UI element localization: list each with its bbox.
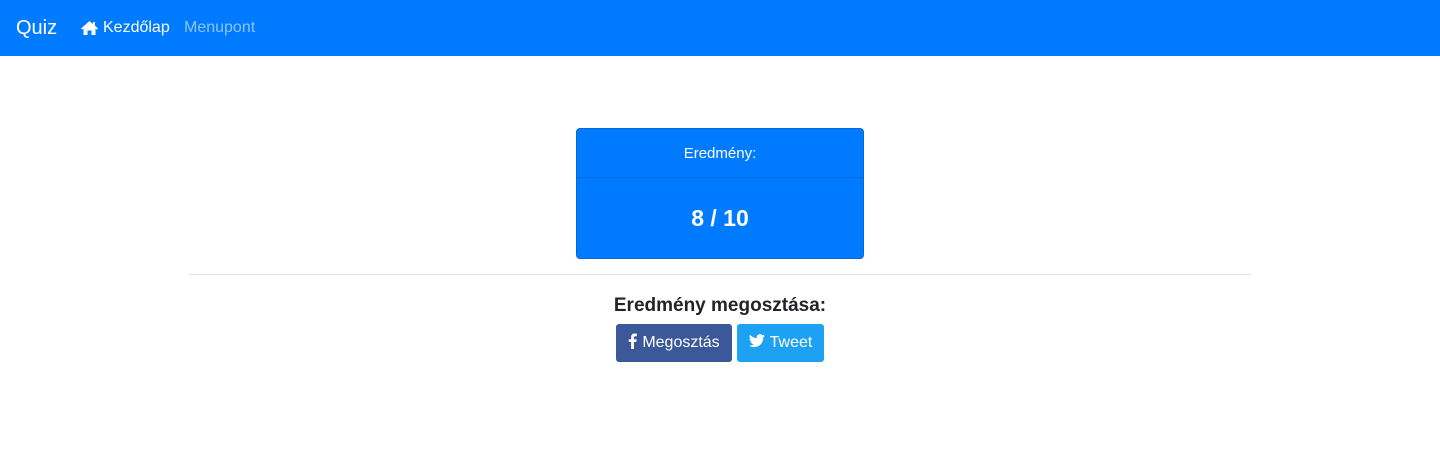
result-header-label: Eredmény: [683,144,757,162]
nav-item-home-label: Kezdőlap [103,19,170,36]
tweet-button[interactable]: Tweet [737,324,824,362]
result-card: Eredmény: 8 / 10 [576,128,864,259]
navbar-brand[interactable]: Quiz [16,16,57,40]
tweet-label: Tweet [769,334,813,351]
result-score: 8 / 10 [691,204,749,231]
facebook-share-button[interactable]: Megosztás [616,324,732,362]
twitter-icon [748,333,765,353]
share-title: Eredmény megosztása: [613,295,827,316]
nav-item-menupont[interactable]: Menupont [184,18,255,38]
nav-item-menupont-label: Menupont [184,19,256,36]
result-card-header: Eredmény: [577,129,863,178]
divider [189,274,1251,275]
nav-item-home[interactable]: Kezdőlap [80,18,170,38]
navbar: Quiz Kezdőlap Menupont [0,0,1440,56]
result-card-body: 8 / 10 [577,178,863,258]
facebook-icon [628,333,638,354]
facebook-share-label: Megosztás [642,334,720,351]
home-icon [80,20,99,36]
